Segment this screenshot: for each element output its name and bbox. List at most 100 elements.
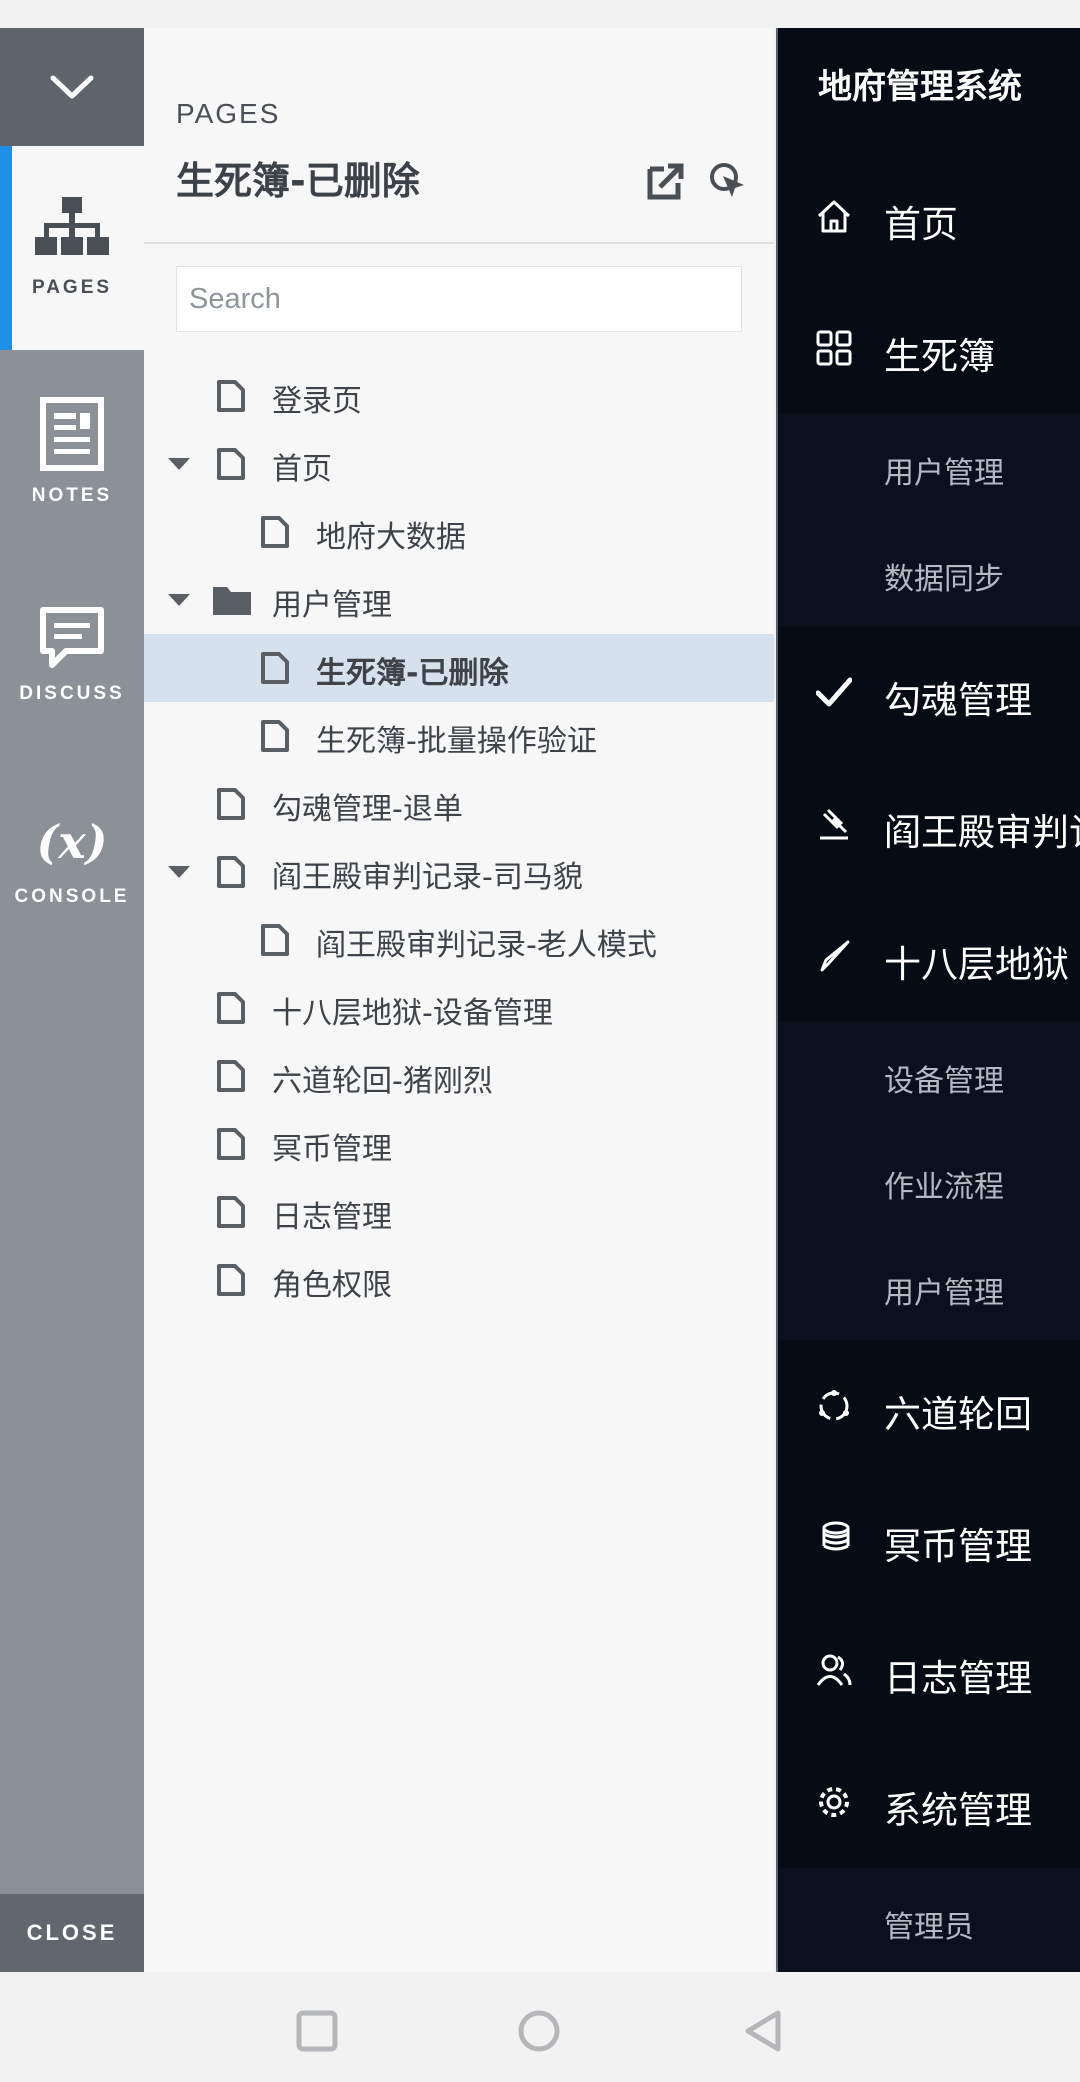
close-button[interactable]: CLOSE bbox=[0, 1894, 144, 1972]
nav-item[interactable]: 十八层地狱 bbox=[778, 890, 1080, 1022]
nav-item[interactable]: 日志管理 bbox=[778, 1604, 1080, 1736]
rail-tab-notes[interactable]: NOTES bbox=[0, 350, 144, 554]
rail-tab-discuss[interactable]: DISCUSS bbox=[0, 554, 144, 758]
tree-page[interactable]: 首页 bbox=[144, 430, 774, 498]
nav-subitem[interactable]: 数据同步 bbox=[778, 520, 1080, 626]
rail-label-console: CONSOLE bbox=[14, 886, 130, 907]
back-icon[interactable] bbox=[740, 2008, 786, 2054]
tree-item-label: 生死簿-批量操作验证 bbox=[316, 724, 597, 759]
nav-item[interactable]: 冥币管理 bbox=[778, 1472, 1080, 1604]
tree-page[interactable]: 生死簿-批量操作验证 bbox=[144, 702, 774, 770]
expand-caret-icon[interactable] bbox=[168, 458, 190, 470]
nav-item-label: 阎王殿审判记录 bbox=[884, 811, 1080, 854]
tree-page[interactable]: 登录页 bbox=[144, 362, 774, 430]
tree-page[interactable]: 六道轮回-猪刚烈 bbox=[144, 1042, 774, 1110]
nav-subitem-label: 设备管理 bbox=[884, 1064, 1004, 1099]
tree-item-label: 登录页 bbox=[272, 384, 362, 419]
nav-item-label: 首页 bbox=[884, 203, 958, 246]
rail-label-discuss: DISCUSS bbox=[19, 683, 125, 704]
expand-caret-icon[interactable] bbox=[168, 866, 190, 878]
nav-item-label: 六道轮回 bbox=[884, 1393, 1032, 1436]
tree-page[interactable]: 地府大数据 bbox=[144, 498, 774, 566]
nav-subitem[interactable]: 作业流程 bbox=[778, 1128, 1080, 1234]
page-icon bbox=[217, 856, 245, 888]
tree-item-label: 日志管理 bbox=[272, 1200, 392, 1235]
nav-item-label: 十八层地狱 bbox=[884, 943, 1069, 986]
page-title: 生死簿-已删除 bbox=[176, 159, 420, 203]
app-window: PAGES NOTES DISCUSS (x) CONSOLE CLOSE PA… bbox=[0, 28, 1080, 1972]
home-icon bbox=[817, 200, 851, 233]
page-icon bbox=[217, 1264, 245, 1296]
rail-label-notes: NOTES bbox=[31, 485, 113, 506]
nav-item[interactable]: 勾魂管理 bbox=[778, 626, 1080, 758]
home-button-icon[interactable] bbox=[516, 2008, 562, 2054]
nav-subitem-label: 用户管理 bbox=[884, 1276, 1004, 1311]
page-icon bbox=[217, 1060, 245, 1092]
gear-icon bbox=[819, 1787, 849, 1817]
nav-title: 地府管理系统 bbox=[778, 28, 1080, 150]
tree-folder[interactable]: 用户管理 bbox=[144, 566, 774, 634]
nav-item-label: 冥币管理 bbox=[884, 1525, 1032, 1568]
folder-icon bbox=[213, 587, 251, 615]
tree-page[interactable]: 冥币管理 bbox=[144, 1110, 774, 1178]
page-icon bbox=[261, 652, 289, 684]
left-rail: PAGES NOTES DISCUSS (x) CONSOLE CLOSE bbox=[0, 28, 144, 1972]
tree-page[interactable]: 十八层地狱-设备管理 bbox=[144, 974, 774, 1042]
android-nav-bar bbox=[0, 1972, 1080, 2082]
svg-text:(x): (x) bbox=[37, 815, 108, 869]
nav-subitem[interactable]: 用户管理 bbox=[778, 1234, 1080, 1340]
search-input[interactable] bbox=[176, 266, 742, 332]
users-icon bbox=[816, 1654, 852, 1686]
tree-page[interactable]: 角色权限 bbox=[144, 1246, 774, 1314]
page-icon bbox=[261, 924, 289, 956]
sitemap-icon bbox=[35, 197, 109, 255]
cursor-icon[interactable] bbox=[708, 161, 748, 201]
recent-apps-icon[interactable] bbox=[294, 2008, 340, 2054]
tree-item-label: 生死簿-已删除 bbox=[316, 656, 509, 691]
tree-page[interactable]: 日志管理 bbox=[144, 1178, 774, 1246]
gavel-icon bbox=[820, 808, 848, 840]
pages-kicker: PAGES bbox=[176, 98, 281, 129]
tree-page[interactable]: 勾魂管理-退单 bbox=[144, 770, 774, 838]
nav-item[interactable]: 阎王殿审判记录 bbox=[778, 758, 1080, 890]
rail-tab-pages[interactable]: PAGES bbox=[0, 146, 144, 350]
tree-item-label: 用户管理 bbox=[272, 588, 392, 623]
nav-subitem[interactable]: 用户管理 bbox=[778, 414, 1080, 520]
nav-subitem[interactable]: 设备管理 bbox=[778, 1022, 1080, 1128]
page-icon bbox=[217, 380, 245, 412]
nav-item-label: 勾魂管理 bbox=[884, 679, 1032, 722]
tree-item-label: 十八层地狱-设备管理 bbox=[272, 996, 553, 1031]
nav-item-label: 日志管理 bbox=[884, 1657, 1032, 1700]
expand-caret-icon[interactable] bbox=[168, 594, 190, 606]
nav-item[interactable]: 系统管理 bbox=[778, 1736, 1080, 1868]
nav-item-label: 系统管理 bbox=[884, 1789, 1032, 1832]
notes-icon bbox=[40, 397, 104, 471]
coins-icon bbox=[822, 1521, 850, 1551]
nav-item[interactable]: 生死簿 bbox=[778, 282, 1080, 414]
page-icon bbox=[217, 448, 245, 480]
variable-icon: (x) bbox=[37, 815, 108, 869]
page-icon bbox=[217, 1128, 245, 1160]
nav-subitem-label: 作业流程 bbox=[884, 1170, 1004, 1205]
check-icon bbox=[816, 677, 852, 707]
pages-panel: PAGES 生死簿-已删除 登录页首页地府大数据用户管理生死簿-已删除生死簿-批… bbox=[144, 28, 774, 1972]
cycle-icon bbox=[819, 1390, 849, 1421]
discuss-icon bbox=[40, 607, 104, 668]
chevron-down-icon bbox=[50, 75, 94, 99]
rail-tab-console[interactable]: (x) CONSOLE bbox=[0, 758, 144, 962]
collapse-button[interactable] bbox=[0, 28, 144, 146]
export-icon[interactable] bbox=[646, 161, 686, 201]
tree-page[interactable]: 阎王殿审判记录-司马貌 bbox=[144, 838, 774, 906]
tree-item-label: 阎王殿审判记录-老人模式 bbox=[316, 928, 657, 963]
tree-page[interactable]: 阎王殿审判记录-老人模式 bbox=[144, 906, 774, 974]
nav-subitem[interactable]: 管理员 bbox=[778, 1868, 1080, 1972]
tree-item-label: 角色权限 bbox=[272, 1268, 392, 1303]
tree-item-label: 首页 bbox=[272, 452, 332, 487]
page-tree: 登录页首页地府大数据用户管理生死簿-已删除生死簿-批量操作验证勾魂管理-退单阎王… bbox=[144, 362, 774, 1314]
nav-item[interactable]: 首页 bbox=[778, 150, 1080, 282]
tree-page[interactable]: 生死簿-已删除 bbox=[144, 634, 774, 702]
tree-item-label: 六道轮回-猪刚烈 bbox=[272, 1064, 493, 1099]
tree-item-label: 阎王殿审判记录-司马貌 bbox=[272, 860, 583, 895]
nav-item[interactable]: 六道轮回 bbox=[778, 1340, 1080, 1472]
pages-header: PAGES 生死簿-已删除 bbox=[144, 28, 774, 244]
